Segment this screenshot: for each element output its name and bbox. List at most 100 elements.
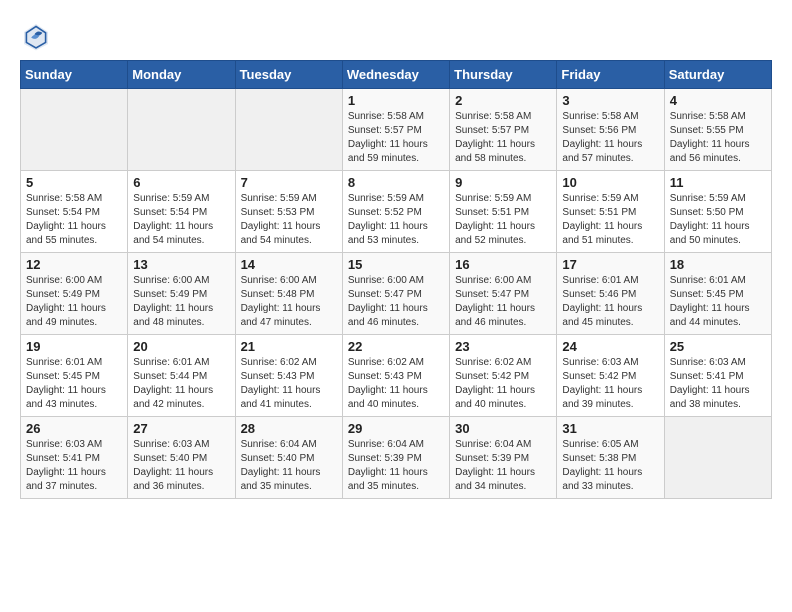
calendar-cell: 26 Sunrise: 6:03 AM Sunset: 5:41 PM Dayli… [21,417,128,499]
day-number: 19 [26,339,122,354]
day-number: 4 [670,93,766,108]
day-number: 16 [455,257,551,272]
day-info: Sunrise: 5:59 AM Sunset: 5:51 PM Dayligh… [562,192,658,248]
day-info: Sunrise: 6:00 AM Sunset: 5:47 PM Dayligh… [348,274,444,330]
calendar-cell: 5 Sunrise: 5:58 AM Sunset: 5:54 PM Daylig… [21,171,128,253]
week-row-3: 12 Sunrise: 6:00 AM Sunset: 5:49 PM Dayli… [21,253,772,335]
header [20,20,772,52]
day-info: Sunrise: 6:00 AM Sunset: 5:48 PM Dayligh… [241,274,337,330]
day-number: 9 [455,175,551,190]
calendar-cell: 18Sunrise: 6:01 AM Sunset: 5:45 PM Dayli… [664,253,771,335]
day-info: Sunrise: 5:59 AM Sunset: 5:53 PM Dayligh… [241,192,337,248]
calendar-cell [128,89,235,171]
day-info: Sunrise: 5:59 AM Sunset: 5:52 PM Dayligh… [348,192,444,248]
calendar-cell: 7 Sunrise: 5:59 AM Sunset: 5:53 PM Daylig… [235,171,342,253]
day-info: Sunrise: 6:04 AM Sunset: 5:39 PM Dayligh… [348,438,444,494]
weekday-header-row: SundayMondayTuesdayWednesdayThursdayFrid… [21,61,772,89]
day-info: Sunrise: 5:58 AM Sunset: 5:55 PM Dayligh… [670,110,766,166]
day-info: Sunrise: 6:03 AM Sunset: 5:40 PM Dayligh… [133,438,229,494]
weekday-header-wednesday: Wednesday [342,61,449,89]
day-number: 11 [670,175,766,190]
calendar-cell: 16 Sunrise: 6:00 AM Sunset: 5:47 PM Dayli… [450,253,557,335]
day-info: Sunrise: 6:02 AM Sunset: 5:42 PM Dayligh… [455,356,551,412]
day-info: Sunrise: 6:03 AM Sunset: 5:41 PM Dayligh… [26,438,122,494]
weekday-header-tuesday: Tuesday [235,61,342,89]
calendar-cell: 4 Sunrise: 5:58 AM Sunset: 5:55 PM Daylig… [664,89,771,171]
calendar-header: SundayMondayTuesdayWednesdayThursdayFrid… [21,61,772,89]
day-number: 26 [26,421,122,436]
day-info: Sunrise: 6:00 AM Sunset: 5:49 PM Dayligh… [26,274,122,330]
day-info: Sunrise: 5:58 AM Sunset: 5:57 PM Dayligh… [455,110,551,166]
day-number: 29 [348,421,444,436]
calendar-table: SundayMondayTuesdayWednesdayThursdayFrid… [20,60,772,499]
week-row-5: 26 Sunrise: 6:03 AM Sunset: 5:41 PM Dayli… [21,417,772,499]
week-row-4: 19 Sunrise: 6:01 AM Sunset: 5:45 PM Dayli… [21,335,772,417]
day-number: 24 [562,339,658,354]
day-number: 21 [241,339,337,354]
day-info: Sunrise: 6:02 AM Sunset: 5:43 PM Dayligh… [241,356,337,412]
day-info: Sunrise: 6:02 AM Sunset: 5:43 PM Dayligh… [348,356,444,412]
calendar-cell: 10Sunrise: 5:59 AM Sunset: 5:51 PM Dayli… [557,171,664,253]
day-number: 13 [133,257,229,272]
day-number: 6 [133,175,229,190]
calendar-cell: 8 Sunrise: 5:59 AM Sunset: 5:52 PM Daylig… [342,171,449,253]
day-number: 22 [348,339,444,354]
day-info: Sunrise: 6:01 AM Sunset: 5:44 PM Dayligh… [133,356,229,412]
day-number: 18 [670,257,766,272]
day-info: Sunrise: 5:58 AM Sunset: 5:56 PM Dayligh… [562,110,658,166]
calendar-cell: 13 Sunrise: 6:00 AM Sunset: 5:49 PM Dayli… [128,253,235,335]
calendar-cell: 17 Sunrise: 6:01 AM Sunset: 5:46 PM Dayli… [557,253,664,335]
calendar-cell: 3 Sunrise: 5:58 AM Sunset: 5:56 PM Daylig… [557,89,664,171]
day-info: Sunrise: 6:00 AM Sunset: 5:49 PM Dayligh… [133,274,229,330]
calendar-cell: 21 Sunrise: 6:02 AM Sunset: 5:43 PM Dayli… [235,335,342,417]
day-number: 17 [562,257,658,272]
day-number: 5 [26,175,122,190]
day-info: Sunrise: 5:59 AM Sunset: 5:54 PM Dayligh… [133,192,229,248]
weekday-header-saturday: Saturday [664,61,771,89]
calendar-body: 1 Sunrise: 5:58 AM Sunset: 5:57 PM Daylig… [21,89,772,499]
calendar-cell [21,89,128,171]
day-info: Sunrise: 5:59 AM Sunset: 5:51 PM Dayligh… [455,192,551,248]
week-row-2: 5 Sunrise: 5:58 AM Sunset: 5:54 PM Daylig… [21,171,772,253]
calendar-cell: 19 Sunrise: 6:01 AM Sunset: 5:45 PM Dayli… [21,335,128,417]
day-info: Sunrise: 6:05 AM Sunset: 5:38 PM Dayligh… [562,438,658,494]
day-number: 8 [348,175,444,190]
day-info: Sunrise: 5:58 AM Sunset: 5:57 PM Dayligh… [348,110,444,166]
weekday-header-thursday: Thursday [450,61,557,89]
day-info: Sunrise: 6:01 AM Sunset: 5:45 PM Dayligh… [26,356,122,412]
calendar-cell: 28Sunrise: 6:04 AM Sunset: 5:40 PM Dayli… [235,417,342,499]
day-number: 1 [348,93,444,108]
day-number: 30 [455,421,551,436]
calendar-cell: 2Sunrise: 5:58 AM Sunset: 5:57 PM Daylig… [450,89,557,171]
day-number: 15 [348,257,444,272]
calendar-cell: 27Sunrise: 6:03 AM Sunset: 5:40 PM Dayli… [128,417,235,499]
logo [20,20,56,52]
calendar-cell: 14 Sunrise: 6:00 AM Sunset: 5:48 PM Dayli… [235,253,342,335]
calendar-container: SundayMondayTuesdayWednesdayThursdayFrid… [0,0,792,509]
day-info: Sunrise: 6:03 AM Sunset: 5:41 PM Dayligh… [670,356,766,412]
day-number: 14 [241,257,337,272]
day-info: Sunrise: 5:58 AM Sunset: 5:54 PM Dayligh… [26,192,122,248]
day-info: Sunrise: 6:00 AM Sunset: 5:47 PM Dayligh… [455,274,551,330]
weekday-header-sunday: Sunday [21,61,128,89]
calendar-cell: 11 Sunrise: 5:59 AM Sunset: 5:50 PM Dayli… [664,171,771,253]
day-number: 28 [241,421,337,436]
day-number: 12 [26,257,122,272]
weekday-header-monday: Monday [128,61,235,89]
calendar-cell: 6 Sunrise: 5:59 AM Sunset: 5:54 PM Daylig… [128,171,235,253]
day-number: 25 [670,339,766,354]
day-number: 7 [241,175,337,190]
calendar-cell: 1 Sunrise: 5:58 AM Sunset: 5:57 PM Daylig… [342,89,449,171]
day-info: Sunrise: 6:04 AM Sunset: 5:39 PM Dayligh… [455,438,551,494]
calendar-cell [664,417,771,499]
calendar-cell: 23Sunrise: 6:02 AM Sunset: 5:42 PM Dayli… [450,335,557,417]
calendar-cell: 24 Sunrise: 6:03 AM Sunset: 5:42 PM Dayli… [557,335,664,417]
calendar-cell: 20Sunrise: 6:01 AM Sunset: 5:44 PM Dayli… [128,335,235,417]
day-number: 3 [562,93,658,108]
week-row-1: 1 Sunrise: 5:58 AM Sunset: 5:57 PM Daylig… [21,89,772,171]
calendar-cell: 31Sunrise: 6:05 AM Sunset: 5:38 PM Dayli… [557,417,664,499]
day-info: Sunrise: 6:01 AM Sunset: 5:46 PM Dayligh… [562,274,658,330]
calendar-cell: 9 Sunrise: 5:59 AM Sunset: 5:51 PM Daylig… [450,171,557,253]
day-info: Sunrise: 5:59 AM Sunset: 5:50 PM Dayligh… [670,192,766,248]
day-info: Sunrise: 6:03 AM Sunset: 5:42 PM Dayligh… [562,356,658,412]
